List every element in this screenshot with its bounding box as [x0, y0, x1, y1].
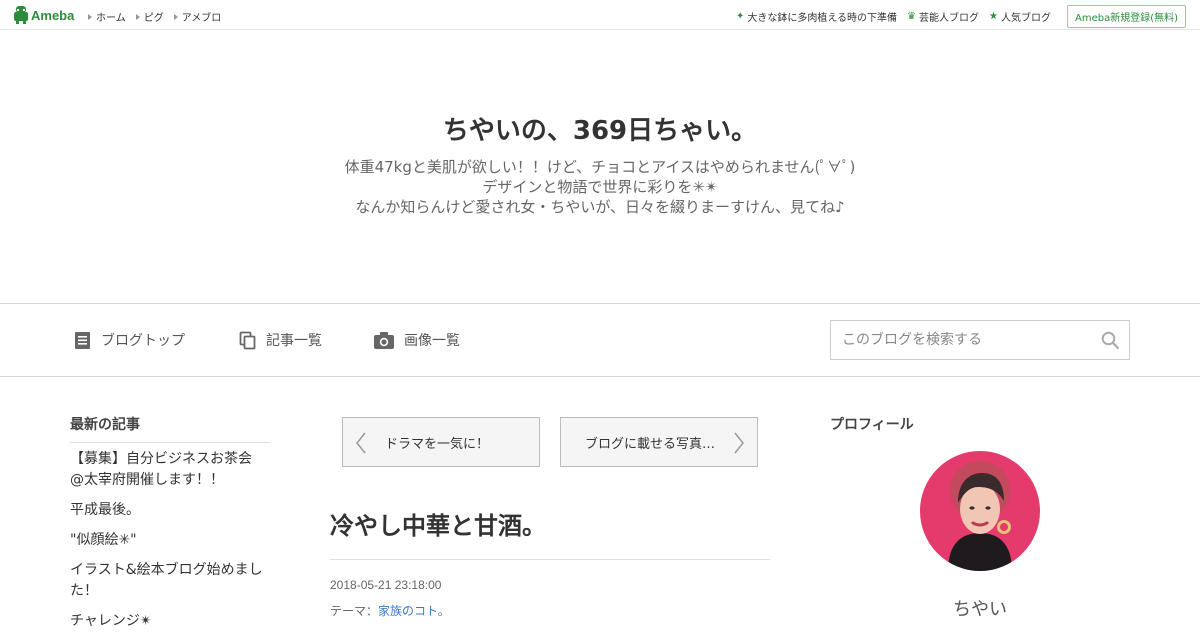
camera-icon — [374, 332, 394, 349]
ameba-logo-text: Ameba — [31, 7, 75, 23]
blog-description-line: 体重47kgと美肌が欲しい！！けど、チョコとアイスはやめられません(ﾟ∀ﾟ) — [344, 158, 856, 176]
next-entry-button[interactable]: ブログに載せる写真… — [560, 417, 758, 467]
triangle-right-icon — [135, 13, 140, 20]
blog-header: ちやいの、369日ちゃい。 体重47kgと美肌が欲しい！！けど、チョコとアイスは… — [0, 30, 1200, 303]
nav-article-list[interactable]: 記事一覧 — [239, 330, 322, 350]
header-links: ✦ 大きな鉢に多肉植える時の下準備 ♛ 芸能人ブログ ★ 人気ブログ Ameba新規登… — [736, 5, 1186, 28]
celebrity-blog-link[interactable]: ♛ 芸能人ブログ — [907, 9, 979, 24]
blog-search — [830, 320, 1130, 360]
recent-article-link[interactable]: 【募集】自分ビジネスお茶会 @太宰府開催します！！ — [70, 451, 252, 488]
nav-blog-top[interactable]: ブログトップ — [74, 330, 185, 350]
triangle-right-icon — [88, 13, 92, 20]
celebrity-blog-label: 芸能人ブログ — [919, 13, 980, 24]
theme-label: テーマ： — [330, 604, 379, 618]
recent-article-link[interactable]: チャレンジ✴︎ — [70, 613, 152, 629]
nav-link-label: ホーム — [96, 13, 126, 24]
list-item: イラスト&絵本ブログ始めました！ — [70, 560, 270, 602]
chevron-left-icon — [356, 432, 366, 454]
entry-date: 2018-05-21 23:18:00 — [330, 578, 442, 592]
popular-blog-link[interactable]: ★ 人気ブログ — [989, 9, 1051, 24]
theme-link[interactable]: 家族のコト。 — [378, 604, 450, 618]
nav-image-list-label: 画像一覧 — [404, 333, 460, 349]
profile-panel: プロフィール — [830, 414, 1130, 442]
avatar[interactable] — [920, 451, 1040, 571]
search-icon[interactable] — [1101, 331, 1119, 349]
list-item: 平成最後。 — [70, 500, 270, 521]
blog-description-line: デザインと物語で世界に彩りを✳︎✴︎ — [482, 178, 718, 196]
register-button[interactable]: Ameba新規登録(無料) — [1066, 5, 1186, 28]
list-item: 【募集】自分ビジネスお茶会 @太宰府開催します！！ — [70, 449, 270, 491]
nav-link-ameblo[interactable]: アメブロ — [173, 9, 222, 24]
profile-heading: プロフィール — [830, 417, 914, 433]
entry-title[interactable]: 冷やし中華と甘酒。 — [330, 506, 770, 560]
entry-theme: テーマ：家族のコト。 — [330, 602, 450, 619]
nav-link-pigg[interactable]: ピグ — [135, 9, 164, 24]
ameba-logo[interactable]: Ameba — [14, 6, 74, 24]
nav-blog-top-label: ブログトップ — [101, 333, 185, 349]
topic-link-label: 大きな鉢に多肉植える時の下準備 — [747, 13, 898, 24]
previous-entry-label: ドラマを一気に！ — [385, 436, 490, 452]
nav-link-label: アメブロ — [181, 13, 222, 24]
search-input[interactable] — [831, 321, 1091, 359]
list-item: "似顔絵✳︎" — [70, 530, 270, 551]
sprout-icon: ✦ — [735, 11, 745, 22]
chevron-right-icon — [734, 432, 744, 454]
next-entry-label: ブログに載せる写真… — [585, 436, 716, 452]
recent-articles-panel: 最新の記事 【募集】自分ビジネスお茶会 @太宰府開催します！！ 平成最後。 "似… — [70, 414, 270, 641]
recent-article-link[interactable]: "似顔絵✳︎" — [70, 532, 137, 548]
crown-icon: ♛ — [907, 11, 917, 22]
global-header: Ameba ホーム ピグ アメブロ ✦ 大きな鉢に多肉植える時の下準備 ♛ 芸能人ブ… — [0, 0, 1200, 30]
blog-title[interactable]: ちやいの、369日ちゃい。 — [0, 110, 1200, 147]
recent-article-link[interactable]: イラスト&絵本ブログ始めました！ — [70, 562, 263, 599]
blog-description-line: なんか知らんけど愛され女・ちやいが、日々を綴りまーすけん、見てね♪ — [355, 198, 845, 216]
previous-entry-button[interactable]: ドラマを一気に！ — [342, 417, 540, 467]
blog-description: 体重47kgと美肌が欲しい！！けど、チョコとアイスはやめられません(ﾟ∀ﾟ) デ… — [0, 157, 1200, 217]
global-nav: ホーム ピグ アメブロ — [88, 9, 221, 24]
star-icon: ★ — [989, 11, 998, 22]
document-icon — [75, 331, 90, 349]
nav-image-list[interactable]: 画像一覧 — [374, 330, 460, 350]
triangle-right-icon — [173, 13, 178, 20]
recent-articles-list: 【募集】自分ビジネスお茶会 @太宰府開催します！！ 平成最後。 "似顔絵✳︎" … — [70, 449, 270, 632]
copy-icon — [239, 331, 256, 349]
list-item: チャレンジ✴︎ — [70, 611, 270, 632]
blog-nav: ブログトップ 記事一覧 画像一覧 — [0, 303, 1200, 377]
nav-link-home[interactable]: ホーム — [88, 9, 126, 24]
topic-link[interactable]: ✦ 大きな鉢に多肉植える時の下準備 — [736, 9, 897, 24]
popular-blog-label: 人気ブログ — [1000, 13, 1051, 24]
profile-name[interactable]: ちやい — [830, 595, 1130, 621]
nav-article-list-label: 記事一覧 — [266, 333, 322, 349]
recent-article-link[interactable]: 平成最後。 — [70, 502, 140, 518]
recent-articles-heading: 最新の記事 — [70, 414, 270, 443]
ameba-logo-icon — [14, 6, 28, 24]
profile-photo — [920, 451, 1040, 571]
nav-link-label: ピグ — [143, 13, 164, 24]
